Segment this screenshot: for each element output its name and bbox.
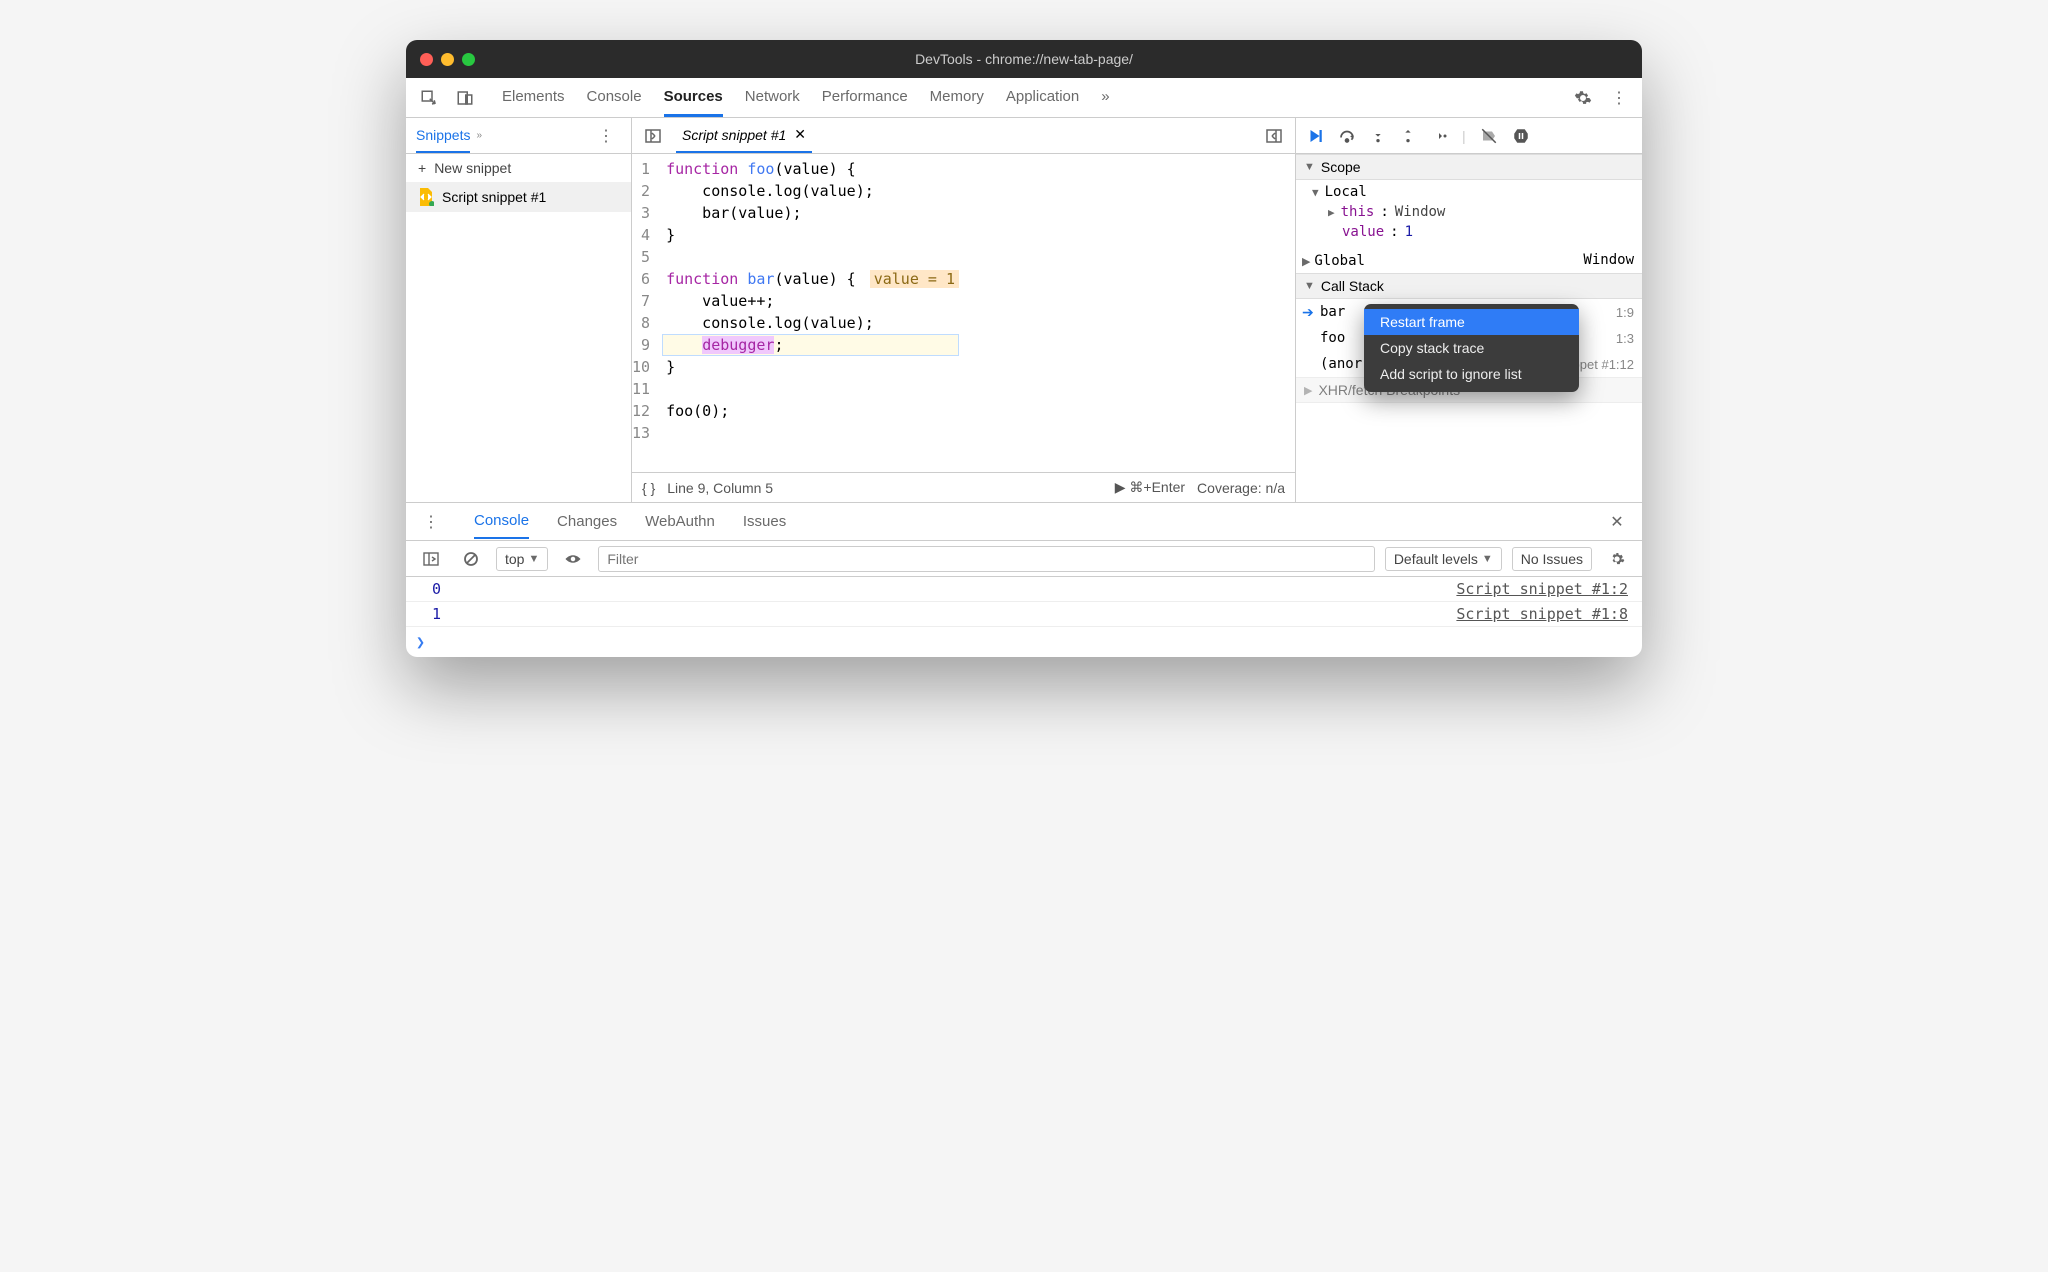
- tab-network[interactable]: Network: [745, 79, 800, 117]
- minimize-window-button[interactable]: [441, 53, 454, 66]
- editor-tab-label: Script snippet #1: [682, 127, 786, 143]
- titlebar: DevTools - chrome://new-tab-page/: [406, 40, 1642, 78]
- sidebar-kebab-icon[interactable]: ⋮: [591, 121, 621, 151]
- scope-section-header[interactable]: ▼Scope: [1296, 154, 1642, 180]
- step-into-icon[interactable]: [1370, 127, 1386, 145]
- snippets-tab[interactable]: Snippets: [416, 119, 470, 153]
- ctx-copy-stack-trace[interactable]: Copy stack trace: [1364, 335, 1579, 361]
- run-snippet-button[interactable]: ▶ ⌘+Enter: [1115, 479, 1185, 496]
- resume-icon[interactable]: [1306, 127, 1324, 145]
- maximize-window-button[interactable]: [462, 53, 475, 66]
- code-editor[interactable]: 12345678910111213 function foo(value) { …: [632, 154, 1295, 472]
- console-log-row[interactable]: 0 Script snippet #1:2: [406, 577, 1642, 602]
- tab-performance[interactable]: Performance: [822, 79, 908, 117]
- console-log-row[interactable]: 1 Script snippet #1:8: [406, 602, 1642, 627]
- filter-input[interactable]: [598, 546, 1374, 572]
- step-icon[interactable]: [1430, 127, 1448, 145]
- console-toolbar: top ▼ Default levels ▼ No Issues: [406, 541, 1642, 577]
- debugger-pane: | ▼Scope ▼Local ▶this: Window value: 1 ▶…: [1296, 118, 1642, 502]
- console-prompt[interactable]: ❯: [406, 627, 1642, 657]
- scope-value[interactable]: value: 1: [1306, 222, 1642, 242]
- window-title: DevTools - chrome://new-tab-page/: [406, 51, 1642, 67]
- tab-console[interactable]: Console: [587, 79, 642, 117]
- drawer-tab-webauthn[interactable]: WebAuthn: [645, 505, 715, 538]
- new-snippet-button[interactable]: + New snippet: [406, 154, 631, 182]
- line-gutter: 12345678910111213: [632, 154, 662, 472]
- main-toolbar: Elements Console Sources Network Perform…: [406, 78, 1642, 118]
- file-icon: [418, 188, 434, 206]
- settings-icon[interactable]: [1568, 83, 1598, 113]
- coverage-label: Coverage: n/a: [1197, 480, 1285, 496]
- device-toggle-icon[interactable]: [450, 83, 480, 113]
- snippet-file-item[interactable]: Script snippet #1: [406, 182, 631, 212]
- step-over-icon[interactable]: [1338, 127, 1356, 145]
- toggle-debugger-icon[interactable]: [1259, 121, 1289, 151]
- tab-application[interactable]: Application: [1006, 79, 1079, 117]
- ctx-add-ignore-list[interactable]: Add script to ignore list: [1364, 361, 1579, 387]
- pretty-print-icon[interactable]: { }: [642, 480, 655, 496]
- tab-memory[interactable]: Memory: [930, 79, 984, 117]
- tab-elements[interactable]: Elements: [502, 79, 565, 117]
- close-tab-icon[interactable]: ✕: [794, 126, 806, 143]
- log-source-link[interactable]: Script snippet #1:8: [1456, 605, 1628, 623]
- drawer-tab-console[interactable]: Console: [474, 504, 529, 539]
- scope-local[interactable]: ▼Local: [1306, 182, 1642, 202]
- ctx-restart-frame[interactable]: Restart frame: [1364, 309, 1579, 335]
- callstack-section-header[interactable]: ▼Call Stack: [1296, 273, 1642, 299]
- plus-icon: +: [418, 160, 426, 176]
- console-settings-icon[interactable]: [1602, 544, 1632, 574]
- drawer-tab-issues[interactable]: Issues: [743, 505, 786, 538]
- log-source-link[interactable]: Script snippet #1:2: [1456, 580, 1628, 598]
- window-controls: [420, 53, 475, 66]
- live-expression-icon[interactable]: [558, 544, 588, 574]
- navigator-sidebar: Snippets » ⋮ + New snippet Script snippe…: [406, 118, 632, 502]
- editor-status-bar: { } Line 9, Column 5 ▶ ⌘+Enter Coverage:…: [632, 472, 1295, 502]
- step-out-icon[interactable]: [1400, 127, 1416, 145]
- deactivate-breakpoints-icon[interactable]: [1480, 127, 1498, 145]
- pause-exceptions-icon[interactable]: [1512, 127, 1530, 145]
- clear-console-icon[interactable]: [456, 544, 486, 574]
- issues-button[interactable]: No Issues: [1512, 547, 1592, 571]
- tab-sources[interactable]: Sources: [664, 79, 723, 117]
- tab-overflow-icon[interactable]: »: [1101, 79, 1109, 117]
- drawer-tab-changes[interactable]: Changes: [557, 505, 617, 538]
- code-lines: function foo(value) { console.log(value)…: [662, 154, 959, 472]
- main-tabs: Elements Console Sources Network Perform…: [502, 79, 1110, 117]
- cursor-position: Line 9, Column 5: [667, 480, 773, 496]
- select-element-icon[interactable]: [414, 83, 444, 113]
- drawer: ⋮ Console Changes WebAuthn Issues ✕ top …: [406, 502, 1642, 657]
- debugger-toolbar: |: [1296, 118, 1642, 154]
- close-drawer-icon[interactable]: ✕: [1602, 507, 1632, 537]
- console-sidebar-toggle-icon[interactable]: [416, 544, 446, 574]
- drawer-kebab-icon[interactable]: ⋮: [416, 507, 446, 537]
- console-output: 0 Script snippet #1:2 1 Script snippet #…: [406, 577, 1642, 657]
- kebab-menu-icon[interactable]: ⋮: [1604, 83, 1634, 113]
- toggle-navigator-icon[interactable]: [638, 121, 668, 151]
- scope-global[interactable]: ▶ Global Window: [1296, 248, 1642, 273]
- new-snippet-label: New snippet: [434, 160, 511, 176]
- devtools-window: DevTools - chrome://new-tab-page/ Elemen…: [406, 40, 1642, 657]
- close-window-button[interactable]: [420, 53, 433, 66]
- editor-tab[interactable]: Script snippet #1 ✕: [676, 118, 812, 153]
- context-menu: Restart frame Copy stack trace Add scrip…: [1364, 304, 1579, 392]
- inline-value: value = 1: [870, 270, 959, 288]
- chevron-right-icon[interactable]: »: [476, 130, 482, 141]
- context-selector[interactable]: top ▼: [496, 547, 548, 571]
- editor-pane: Script snippet #1 ✕ 12345678910111213 fu…: [632, 118, 1296, 502]
- scope-this[interactable]: ▶this: Window: [1306, 202, 1642, 222]
- current-frame-icon: ➔: [1302, 304, 1314, 321]
- snippet-file-label: Script snippet #1: [442, 189, 546, 205]
- log-levels-selector[interactable]: Default levels ▼: [1385, 547, 1502, 571]
